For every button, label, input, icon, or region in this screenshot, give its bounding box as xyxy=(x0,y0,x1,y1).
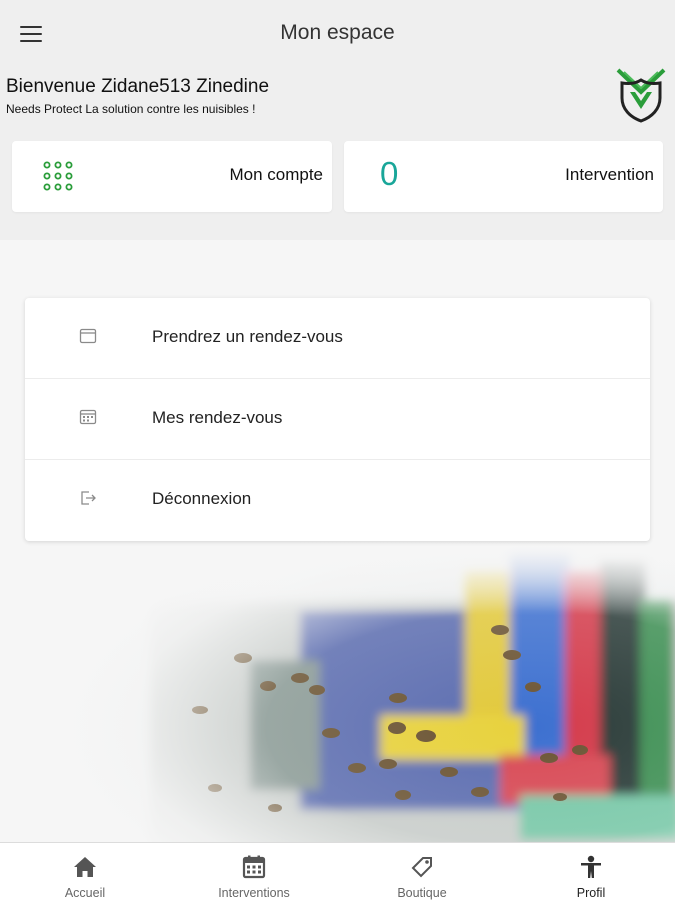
top-app-bar: Mon espace xyxy=(0,0,675,68)
nav-item-boutique[interactable]: Boutique xyxy=(389,843,455,900)
menu-item-label: Déconnexion xyxy=(152,489,252,508)
interventions-card-label: Intervention xyxy=(565,165,654,184)
calendar-icon xyxy=(242,855,266,879)
calendar-icon xyxy=(79,328,97,344)
home-icon xyxy=(74,857,96,877)
needs-protect-shield-logo xyxy=(616,68,666,123)
menu-item-my-appointments[interactable]: Mes rendez-vous xyxy=(25,379,650,460)
menu-item-label: Mes rendez-vous xyxy=(152,408,283,427)
tag-icon xyxy=(411,857,432,878)
grid-dots-icon xyxy=(43,161,73,191)
menu-item-logout[interactable]: Déconnexion xyxy=(25,460,650,541)
page-title: Mon espace xyxy=(280,20,395,44)
nav-label: Accueil xyxy=(64,886,106,900)
account-card-label: Mon compte xyxy=(229,165,323,184)
person-icon xyxy=(581,855,601,878)
bottom-navigation: Accueil Interventions Boutique Profil xyxy=(0,842,675,900)
welcome-title: Bienvenue Zidane513 Zinedine xyxy=(6,76,270,97)
header: Mon espace Bienvenue Zidane513 Zinedine … xyxy=(0,0,675,240)
beehive-bees-image xyxy=(0,540,675,842)
welcome-block: Bienvenue Zidane513 Zinedine Needs Prote… xyxy=(6,76,269,116)
welcome-subtitle: Needs Protect La solution contre les nui… xyxy=(6,102,256,116)
menu-item-take-appointment[interactable]: Prendrez un rendez-vous xyxy=(25,298,650,379)
hamburger-menu-icon[interactable] xyxy=(20,24,44,44)
menu-card: Prendrez un rendez-vous Mes rendez-vous … xyxy=(25,298,650,541)
account-card[interactable]: Mon compte xyxy=(12,141,332,212)
nav-label: Boutique xyxy=(397,886,447,900)
menu-item-label: Prendrez un rendez-vous xyxy=(152,327,343,346)
intervention-count: 0 xyxy=(380,155,399,192)
nav-item-accueil[interactable]: Accueil xyxy=(55,843,115,900)
interventions-card[interactable]: 0 Intervention xyxy=(344,141,663,212)
calendar-grid-icon xyxy=(79,409,97,425)
logout-icon xyxy=(81,491,96,505)
nav-item-profil[interactable]: Profil xyxy=(566,843,616,900)
nav-label: Profil xyxy=(576,886,606,900)
nav-item-interventions[interactable]: Interventions xyxy=(209,843,299,900)
nav-label: Interventions xyxy=(218,886,290,900)
